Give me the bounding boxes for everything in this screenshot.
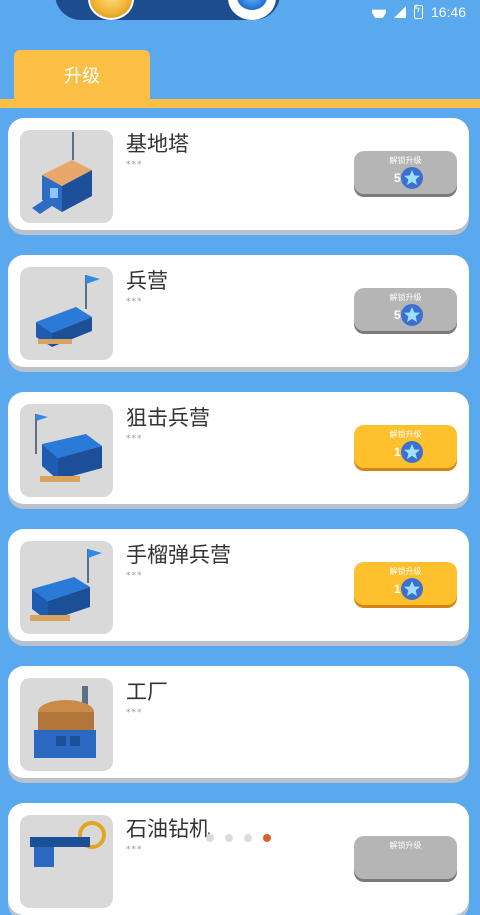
page-dot[interactable] bbox=[225, 834, 233, 842]
wifi-icon bbox=[372, 6, 386, 18]
building-thumbnail bbox=[20, 267, 113, 360]
unlock-upgrade-button[interactable]: 解锁升级 1 bbox=[354, 562, 457, 605]
building-name: 基地塔 bbox=[126, 132, 189, 156]
star-badge-icon bbox=[401, 578, 423, 600]
building-level-stars: *** bbox=[126, 434, 143, 444]
required-level: 1 bbox=[394, 445, 401, 459]
unlock-label: 解锁升级 bbox=[389, 156, 422, 165]
required-level: 5 bbox=[394, 308, 401, 322]
building-thumbnail bbox=[20, 404, 113, 497]
battery-icon bbox=[413, 4, 423, 19]
rank-badge: 1 bbox=[391, 440, 425, 464]
unlock-label: 解锁升级 bbox=[389, 841, 422, 850]
building-card[interactable]: 兵营 *** 解锁升级 5 bbox=[8, 255, 469, 367]
building-card[interactable]: 基地塔 *** 解锁升级 5 bbox=[8, 118, 469, 230]
top-bar: 16:46 bbox=[0, 0, 480, 22]
building-name: 兵营 bbox=[126, 269, 168, 293]
unlock-label: 解锁升级 bbox=[389, 567, 422, 576]
unlock-upgrade-button[interactable]: 解锁升级 1 bbox=[354, 425, 457, 468]
building-card[interactable]: 石油钻机 *** 解锁升级 bbox=[8, 803, 469, 915]
building-thumbnail bbox=[20, 130, 113, 223]
star-badge-icon bbox=[401, 167, 423, 189]
building-card[interactable]: 手榴弹兵营 *** 解锁升级 1 bbox=[8, 529, 469, 641]
unlock-label: 解锁升级 bbox=[389, 293, 422, 302]
page-dot[interactable] bbox=[206, 834, 214, 842]
required-level: 1 bbox=[394, 582, 401, 596]
rank-badge: 5 bbox=[391, 303, 425, 327]
rank-badge: 5 bbox=[391, 166, 425, 190]
building-name: 狙击兵营 bbox=[126, 406, 210, 430]
required-level: 5 bbox=[394, 171, 401, 185]
rank-badge: 1 bbox=[391, 577, 425, 601]
building-level-stars: *** bbox=[126, 708, 143, 718]
building-card[interactable]: 工厂 *** bbox=[8, 666, 469, 778]
unlock-label: 解锁升级 bbox=[389, 430, 422, 439]
tab-underline bbox=[0, 99, 480, 108]
building-level-stars: *** bbox=[126, 297, 143, 307]
clock: 16:46 bbox=[430, 4, 466, 20]
status-bar: 16:46 bbox=[372, 3, 466, 21]
signal-icon bbox=[393, 6, 406, 18]
building-name: 工厂 bbox=[126, 680, 168, 704]
unlock-upgrade-button[interactable]: 解锁升级 5 bbox=[354, 288, 457, 331]
page-dot-active[interactable] bbox=[263, 834, 271, 842]
building-name: 手榴弹兵营 bbox=[126, 543, 231, 567]
tab-upgrade[interactable]: 升级 bbox=[14, 50, 150, 100]
page-indicator bbox=[206, 834, 271, 842]
building-thumbnail bbox=[20, 541, 113, 634]
building-card[interactable]: 狙击兵营 *** 解锁升级 1 bbox=[8, 392, 469, 504]
building-level-stars: *** bbox=[126, 571, 143, 581]
page-dot[interactable] bbox=[244, 834, 252, 842]
building-thumbnail bbox=[20, 678, 113, 771]
unlock-upgrade-button[interactable]: 解锁升级 5 bbox=[354, 151, 457, 194]
star-badge-icon bbox=[401, 304, 423, 326]
building-level-stars: *** bbox=[126, 845, 143, 855]
unlock-upgrade-button[interactable]: 解锁升级 bbox=[354, 836, 457, 879]
star-badge-icon bbox=[401, 441, 423, 463]
building-thumbnail bbox=[20, 815, 113, 908]
building-name: 石油钻机 bbox=[126, 817, 210, 841]
building-level-stars: *** bbox=[126, 160, 143, 170]
